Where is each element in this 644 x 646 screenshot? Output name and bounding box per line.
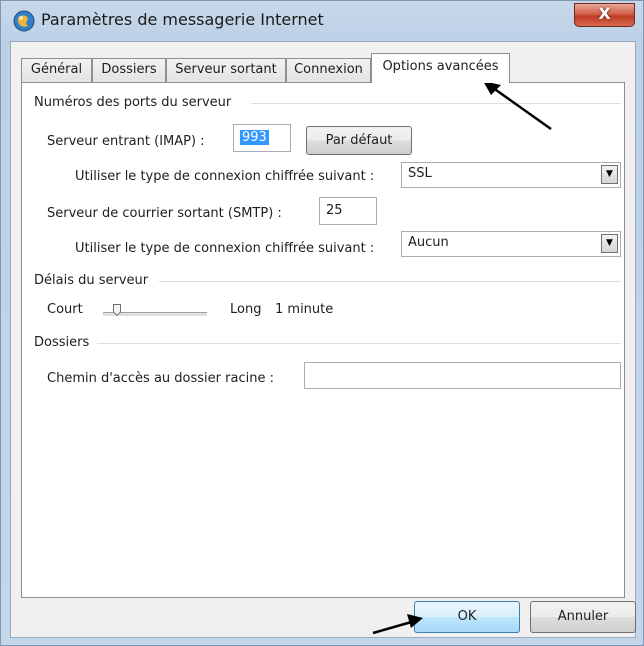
incoming-server-label: Serveur entrant (IMAP) : [47, 134, 205, 149]
timeout-long-label: Long [230, 302, 262, 317]
incoming-port-input[interactable]: 993 [233, 124, 291, 152]
outgoing-port-input[interactable]: 25 [319, 197, 377, 225]
timeout-value-label: 1 minute [275, 302, 334, 317]
incoming-encryption-select[interactable]: SSL ▼ [401, 162, 621, 188]
chevron-down-icon[interactable]: ▼ [601, 234, 618, 253]
outgoing-server-label: Serveur de courrier sortant (SMTP) : [47, 206, 282, 221]
group-divider [159, 281, 621, 282]
annotation-arrow-icon [483, 81, 552, 131]
timeout-slider-thumb[interactable] [113, 304, 121, 316]
incoming-encryption-label: Utiliser le type de connexion chiffrée s… [75, 169, 375, 184]
close-button[interactable]: X [574, 3, 635, 27]
tab-serveur-sortant[interactable]: Serveur sortant [166, 58, 286, 82]
dialog-window: Paramètres de messagerie Internet X Géné… [0, 0, 644, 646]
outgoing-encryption-select[interactable]: Aucun ▼ [401, 231, 621, 257]
timeouts-group-label: Délais du serveur [34, 273, 153, 288]
tab-connexion[interactable]: Connexion [286, 58, 371, 82]
root-folder-input[interactable] [304, 362, 621, 389]
incoming-port-value: 993 [240, 130, 269, 145]
group-divider [251, 103, 621, 104]
tab-options-avancees[interactable]: Options avancées [371, 53, 510, 83]
tab-panel [21, 82, 625, 598]
timeout-short-label: Court [47, 302, 83, 317]
outgoing-encryption-value: Aucun [408, 235, 449, 250]
window-title: Paramètres de messagerie Internet [41, 10, 324, 29]
title-bar: Paramètres de messagerie Internet X [1, 1, 643, 41]
tab-general[interactable]: Général [21, 58, 92, 82]
outlook-app-icon [13, 10, 35, 32]
tab-dossiers[interactable]: Dossiers [92, 58, 166, 82]
ports-group-label: Numéros des ports du serveur [34, 95, 236, 110]
annotation-arrow-icon [372, 614, 423, 635]
chevron-down-icon[interactable]: ▼ [601, 165, 618, 184]
root-folder-label: Chemin d'accès au dossier racine : [47, 371, 274, 386]
cancel-button[interactable]: Annuler [530, 601, 636, 633]
group-divider [97, 343, 621, 344]
default-button[interactable]: Par défaut [306, 126, 412, 155]
incoming-encryption-value: SSL [408, 166, 432, 181]
folders-group-label: Dossiers [34, 335, 94, 350]
outgoing-encryption-label: Utiliser le type de connexion chiffrée s… [75, 241, 375, 256]
